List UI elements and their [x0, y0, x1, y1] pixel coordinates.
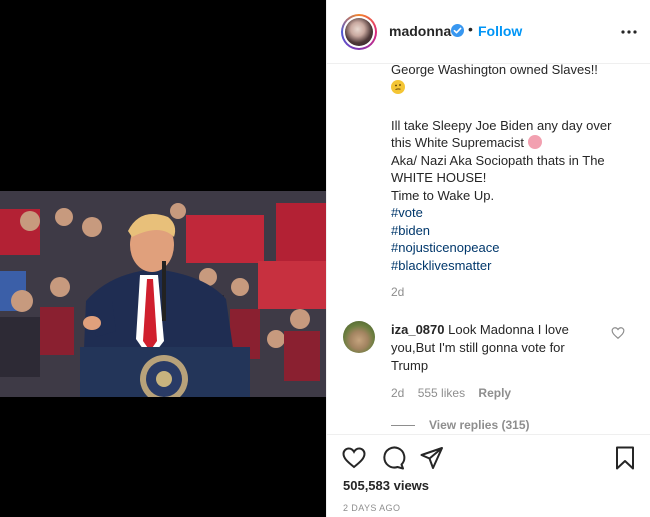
caption-line: George Washington owned Slaves!!	[391, 64, 598, 77]
replies-divider	[391, 425, 415, 427]
hashtag-link[interactable]: #nojusticenopeace	[391, 239, 641, 257]
view-replies-label: View replies (315)	[429, 418, 530, 432]
caption-line	[391, 79, 641, 103]
more-options-icon[interactable]	[619, 22, 639, 42]
comment-meta: 2d 555 likes Reply	[391, 386, 521, 400]
comment-icon[interactable]	[380, 445, 406, 471]
hashtag-link[interactable]: #blacklivesmatter	[391, 257, 641, 275]
comment-likes[interactable]: 555 likes	[418, 386, 465, 400]
author-avatar[interactable]	[341, 14, 377, 50]
view-count[interactable]: 505,583 views	[343, 478, 429, 493]
comment-time[interactable]: 2d	[391, 386, 404, 400]
video-still	[0, 191, 326, 397]
video-frame[interactable]	[0, 191, 326, 397]
author-username[interactable]: madonna	[389, 23, 451, 39]
caption-line: Time to Wake Up.	[391, 187, 495, 203]
comments-section[interactable]: George Washington owned Slaves!! Ill tak…	[327, 64, 650, 434]
bookmark-icon[interactable]	[612, 445, 638, 471]
comment-body: iza_0870 Look Madonna I love you,But I'm…	[391, 321, 601, 375]
post-actions	[327, 434, 650, 480]
caption-line: this White Supremacist	[391, 134, 641, 152]
share-icon[interactable]	[419, 445, 445, 471]
caption-line	[391, 103, 641, 117]
heart-icon[interactable]	[341, 445, 367, 471]
follow-button[interactable]: Follow	[478, 23, 522, 39]
view-replies-button[interactable]: View replies (315)	[391, 418, 530, 432]
post-sidebar: madonna • Follow George Washington owned…	[326, 0, 650, 517]
hashtag-link[interactable]: #vote	[391, 204, 641, 222]
post-caption: George Washington owned Slaves!! Ill tak…	[391, 64, 641, 274]
caption-line: Ill take Sleepy Joe Biden any day over	[391, 117, 612, 133]
post-header: madonna • Follow	[327, 0, 650, 64]
hashtag-link[interactable]: #biden	[391, 222, 641, 240]
commenter-avatar[interactable]	[343, 321, 375, 353]
separator-dot: •	[468, 21, 473, 37]
caption-line: WHITE HOUSE!	[391, 170, 487, 185]
caption-line: Aka/ Nazi Aka Sociopath thats in The	[391, 152, 605, 168]
comment-like-heart-icon[interactable]	[611, 326, 625, 340]
verified-badge-icon	[451, 24, 464, 37]
reply-button[interactable]: Reply	[478, 386, 511, 400]
caption-timestamp[interactable]: 2d	[391, 285, 404, 299]
pig-emoji-icon	[527, 135, 542, 149]
thinking-emoji-icon	[391, 79, 405, 94]
post-timestamp[interactable]: 2 DAYS AGO	[343, 503, 400, 513]
post-media[interactable]	[0, 0, 326, 517]
commenter-username[interactable]: iza_0870	[391, 322, 445, 337]
